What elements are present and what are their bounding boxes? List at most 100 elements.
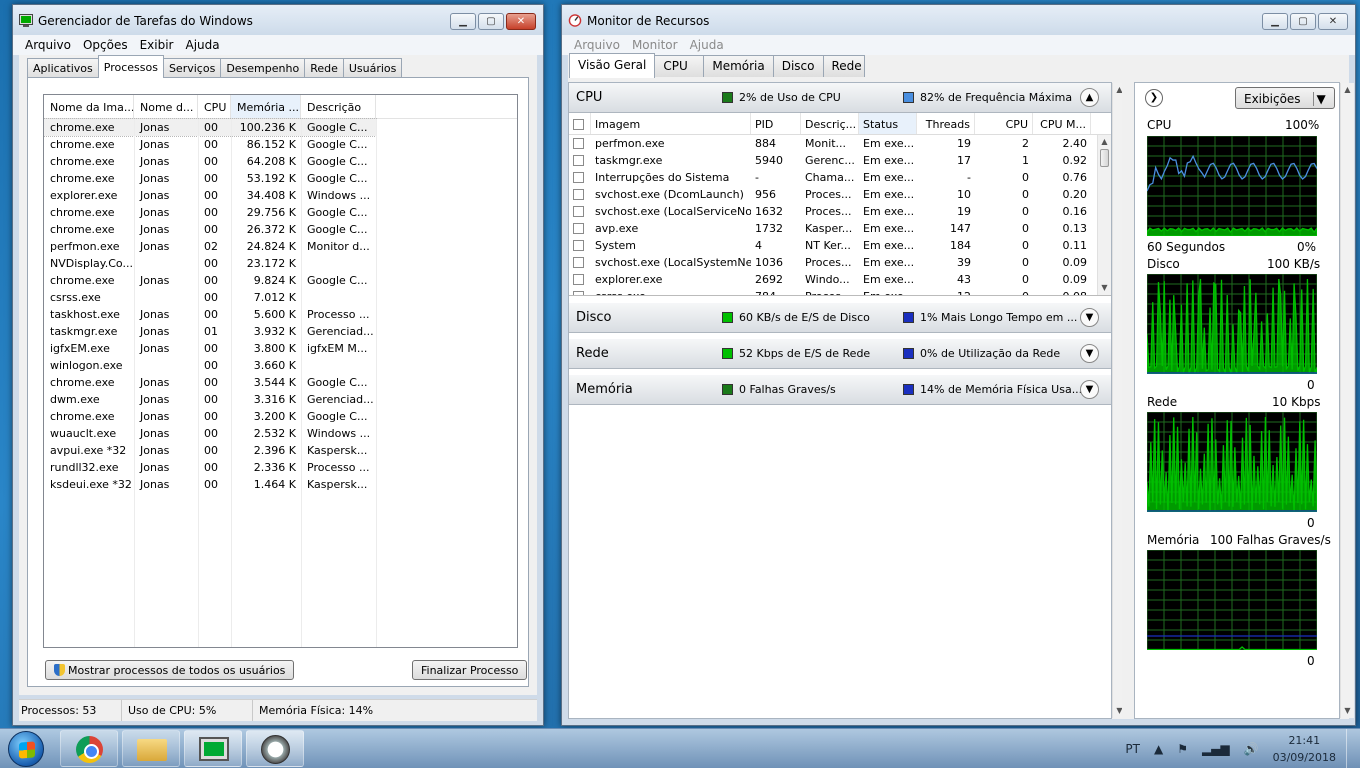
row-checkbox[interactable] (569, 220, 591, 237)
table-row[interactable]: taskmgr.exe 5940 Gerenc... Em exe... 17 1 0.92 (569, 152, 1111, 169)
table-row[interactable]: chrome.exe Jonas 00 86.152 K Google C... (44, 136, 517, 153)
table-row[interactable]: explorer.exe 2692 Windo... Em exe... 43 0 0.09 (569, 271, 1111, 288)
col-descricao[interactable]: Descriç... (801, 113, 859, 134)
menu-exibir[interactable]: Exibir (134, 35, 180, 55)
chevron-up-icon[interactable]: ▲ (1080, 88, 1099, 107)
tab-disco[interactable]: Disco (772, 55, 824, 77)
scroll-up-arrow-icon[interactable]: ▲ (1098, 135, 1111, 149)
table-row[interactable]: NVDisplay.Co... 00 23.172 K (44, 255, 517, 272)
network-section-header[interactable]: Rede 52 Kbps de E/S de Rede 0% de Utiliz… (569, 339, 1111, 369)
table-row[interactable]: avp.exe 1732 Kasper... Em exe... 147 0 0.13 (569, 220, 1111, 237)
close-button[interactable]: ✕ (1318, 13, 1348, 30)
cpu-process-table[interactable]: Imagem PID Descriç... Status Threads CPU… (569, 113, 1111, 296)
table-row[interactable]: dwm.exe Jonas 00 3.316 K Gerenciad... (44, 391, 517, 408)
cpu-section-header[interactable]: CPU 2% de Uso de CPU 82% de Frequência M… (569, 83, 1111, 113)
panel-splitter[interactable] (1122, 82, 1130, 719)
table-row[interactable]: csrss.exe 00 7.012 K (44, 289, 517, 306)
maximize-button[interactable]: ▢ (478, 13, 504, 30)
table-row[interactable]: csrss.exe784Proces...Em exe...1200.08 (569, 288, 1111, 295)
tab-rede[interactable]: Rede (304, 58, 344, 78)
col-description[interactable]: Descrição (301, 95, 376, 118)
col-status[interactable]: Status (859, 113, 917, 134)
chevron-down-icon[interactable]: ▼ (1080, 344, 1099, 363)
row-checkbox[interactable] (569, 186, 591, 203)
table-row[interactable]: chrome.exe Jonas 00 3.544 K Google C... (44, 374, 517, 391)
minimize-button[interactable]: ▁ (450, 13, 476, 30)
menu-arquivo[interactable]: Arquivo (19, 35, 77, 55)
menu-arquivo[interactable]: Arquivo (568, 35, 626, 55)
scroll-down-arrow-icon[interactable]: ▼ (1341, 704, 1354, 718)
row-checkbox[interactable] (569, 135, 591, 152)
row-checkbox[interactable] (569, 254, 591, 271)
start-button[interactable] (8, 731, 44, 767)
table-row[interactable]: rundll32.exe Jonas 00 2.336 K Processo ... (44, 459, 517, 476)
maximize-button[interactable]: ▢ (1290, 13, 1316, 30)
action-center-flag-icon[interactable]: ⚑ (1177, 742, 1188, 756)
cpu-table-scrollbar[interactable]: ▲ ▼ (1097, 135, 1111, 295)
table-row[interactable]: winlogon.exe 00 3.660 K (44, 357, 517, 374)
col-cpu[interactable]: CPU (975, 113, 1033, 134)
table-row[interactable]: Interrupções do Sistema - Chama... Em exe..… (569, 169, 1111, 186)
taskbar-explorer[interactable] (122, 730, 180, 767)
row-checkbox[interactable] (569, 237, 591, 254)
clock[interactable]: 21:41 03/09/2018 (1273, 732, 1336, 766)
table-row[interactable]: chrome.exe Jonas 00 9.824 K Google C... (44, 272, 517, 289)
col-imagem[interactable]: Imagem (591, 113, 751, 134)
col-image-name[interactable]: Nome da Ima... (44, 95, 134, 118)
process-list[interactable]: Nome da Ima... Nome d... CPU Memória ...… (43, 94, 518, 648)
show-hidden-icons-icon[interactable]: ▲ (1154, 742, 1163, 756)
language-indicator[interactable]: PT (1125, 742, 1140, 756)
chevron-down-icon[interactable]: ▼ (1080, 308, 1099, 327)
tab-visao-geral[interactable]: Visão Geral (569, 53, 656, 78)
views-button[interactable]: Exibições ▼ (1235, 87, 1335, 109)
table-row[interactable]: chrome.exe Jonas 00 100.236 K Google C... (44, 118, 377, 137)
table-row[interactable]: System 4 NT Ker... Em exe... 184 0 0.11 (569, 237, 1111, 254)
disk-section-header[interactable]: Disco 60 KB/s de E/S de Disco 1% Mais Lo… (569, 303, 1111, 333)
table-row[interactable]: chrome.exe Jonas 00 53.192 K Google C... (44, 170, 517, 187)
menu-ajuda[interactable]: Ajuda (179, 35, 225, 55)
scroll-up-arrow-icon[interactable]: ▲ (1341, 83, 1354, 97)
col-memory[interactable]: Memória ... (231, 95, 301, 118)
col-user-name[interactable]: Nome d... (134, 95, 198, 118)
menu-opcoes[interactable]: Opções (77, 35, 134, 55)
table-row[interactable]: chrome.exe Jonas 00 29.756 K Google C... (44, 204, 517, 221)
tab-cpu[interactable]: CPU (654, 55, 705, 77)
network-icon[interactable]: ▂▄▆ (1202, 742, 1230, 756)
scroll-thumb[interactable] (1100, 149, 1109, 167)
chevron-down-icon[interactable]: ▼ (1080, 380, 1099, 399)
show-all-processes-button[interactable]: Mostrar processos de todos os usuários (45, 660, 295, 680)
tab-usuarios[interactable]: Usuários (342, 58, 403, 78)
scroll-down-arrow-icon[interactable]: ▼ (1098, 281, 1111, 295)
task-manager-titlebar[interactable]: Gerenciador de Tarefas do Windows ▁ ▢ ✕ (13, 5, 543, 35)
col-threads[interactable]: Threads (917, 113, 975, 134)
table-row[interactable]: svchost.exe (DcomLaunch) 956 Proces... Em e… (569, 186, 1111, 203)
select-all-checkbox[interactable] (569, 113, 591, 134)
taskbar-chrome[interactable] (60, 730, 118, 767)
table-row[interactable]: ksdeui.exe *32 Jonas 00 1.464 K Kaspersk... (44, 476, 517, 493)
show-desktop-button[interactable] (1346, 729, 1360, 768)
end-process-button[interactable]: Finalizar Processo (412, 660, 528, 680)
row-checkbox[interactable] (569, 203, 591, 220)
col-cpu[interactable]: CPU (198, 95, 231, 118)
tab-memoria[interactable]: Memória (703, 55, 774, 77)
table-row[interactable]: taskmgr.exe Jonas 01 3.932 K Gerenciad... (44, 323, 517, 340)
taskbar-task-manager[interactable] (184, 730, 242, 767)
menu-monitor[interactable]: Monitor (626, 35, 684, 55)
graphs-scrollbar[interactable]: ▲ ▼ (1340, 83, 1354, 718)
col-pid[interactable]: PID (751, 113, 801, 134)
resource-monitor-titlebar[interactable]: Monitor de Recursos ▁ ▢ ✕ (562, 5, 1355, 35)
chevron-right-icon[interactable]: ❯ (1145, 89, 1163, 107)
row-checkbox[interactable] (569, 288, 591, 295)
table-row[interactable]: igfxEM.exe Jonas 00 3.800 K igfxEM M... (44, 340, 517, 357)
table-row[interactable]: svchost.exe (LocalSystemNet... 1036 Proces… (569, 254, 1111, 271)
table-row[interactable]: chrome.exe Jonas 00 64.208 K Google C... (44, 153, 517, 170)
table-row[interactable]: taskhost.exe Jonas 00 5.600 K Processo ... (44, 306, 517, 323)
table-row[interactable]: perfmon.exe 884 Monit... Em exe... 19 2 2.40 (569, 135, 1111, 152)
table-row[interactable]: svchost.exe (LocalServiceNo... 1632 Proces… (569, 203, 1111, 220)
taskbar-resource-monitor[interactable] (246, 730, 304, 767)
table-row[interactable]: wuauclt.exe Jonas 00 2.532 K Windows ... (44, 425, 517, 442)
menu-ajuda[interactable]: Ajuda (684, 35, 730, 55)
table-row[interactable]: chrome.exe Jonas 00 3.200 K Google C... (44, 408, 517, 425)
tab-desempenho[interactable]: Desempenho (220, 58, 306, 78)
table-row[interactable]: avpui.exe *32 Jonas 00 2.396 K Kaspersk... (44, 442, 517, 459)
